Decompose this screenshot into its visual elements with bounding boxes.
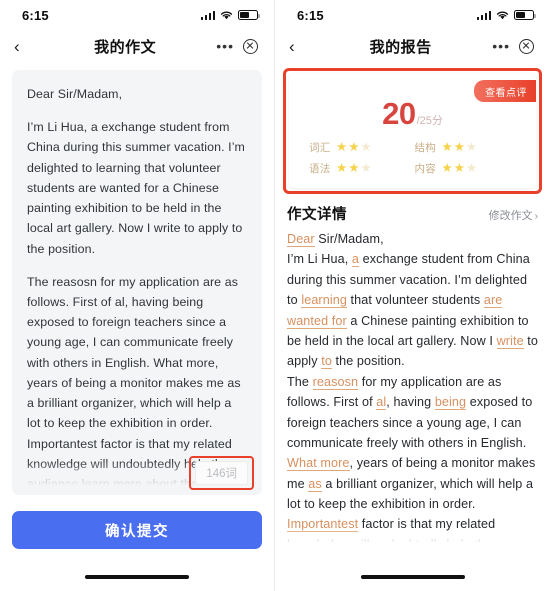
detail-section-header: 作文详情 修改作文 › (275, 194, 550, 229)
status-time: 6:15 (22, 7, 49, 23)
essay-paragraphs: Dear Sir/Madam, I’m Li Hua, a exchange st… (27, 84, 247, 495)
confirm-submit-button[interactable]: 确认提交 (12, 511, 262, 549)
status-icons (476, 10, 536, 20)
star-filled-icon: ★ (348, 140, 360, 155)
wifi-icon (220, 10, 233, 20)
annotated-paragraph: The reasosn for my application are as fo… (287, 372, 538, 545)
edit-essay-link[interactable]: 修改作文 › (489, 207, 538, 223)
score-card-highlight: 查看点评 20/25分 词汇 ★ ★ ★ 结构 ★ ★ ★ 语法 ★ ★ ★ 内容 ★ ★ ★ (283, 68, 542, 194)
report-fade-overlay (275, 529, 550, 545)
view-comment-button[interactable]: 查看点评 (474, 80, 536, 102)
nav-actions-left: ••• (216, 38, 258, 54)
left-phone-screen: 6:15 ‹ 我的作文 ••• Dear Sir/Madam, I’m Li Hu… (0, 0, 275, 591)
rating-label: 词汇 (309, 142, 331, 154)
nav-actions-right: ••• (492, 38, 534, 54)
wifi-icon (496, 10, 509, 20)
star-rating: ★ ★ ★ (336, 162, 372, 175)
right-phone-screen: 6:15 ‹ 我的报告 ••• 查看点评 20/25分 词汇 ★ ★ ★ 结构 … (275, 0, 550, 591)
score-value: 20 (382, 96, 416, 131)
star-empty-icon: ★ (465, 161, 478, 176)
nav-bar-right: ‹ 我的报告 ••• (275, 30, 550, 62)
rating-grid: 词汇 ★ ★ ★ 结构 ★ ★ ★ 语法 ★ ★ ★ 内容 ★ ★ ★ (289, 138, 536, 176)
correction-mark[interactable]: a (351, 252, 359, 268)
correction-mark[interactable]: to (321, 354, 332, 370)
status-bar-left: 6:15 (0, 0, 274, 30)
page-title: 我的报告 (369, 38, 432, 56)
score-card: 查看点评 20/25分 词汇 ★ ★ ★ 结构 ★ ★ ★ 语法 ★ ★ ★ 内容 ★ ★ ★ (289, 74, 536, 188)
plain-text: a brilliant organizer, which will help a… (287, 476, 534, 512)
star-empty-icon: ★ (465, 140, 478, 155)
star-filled-icon: ★ (441, 140, 453, 155)
cellular-bars-icon (200, 10, 215, 20)
star-filled-icon: ★ (348, 161, 360, 176)
detail-title: 作文详情 (287, 207, 347, 223)
dual-screenshot-container: 6:15 ‹ 我的作文 ••• Dear Sir/Madam, I’m Li Hu… (0, 0, 550, 591)
plain-text: , having (386, 395, 435, 410)
star-filled-icon: ★ (336, 140, 348, 155)
star-filled-icon: ★ (441, 161, 453, 176)
plain-text: I’m Li Hua, (287, 252, 352, 267)
battery-icon (238, 10, 260, 20)
star-rating: ★ ★ ★ (442, 162, 478, 175)
star-empty-icon: ★ (360, 140, 372, 155)
rating-label: 语法 (309, 163, 331, 175)
annotated-essay-body: Dear Sir/Madam, I’m Li Hua, a exchange st… (275, 229, 550, 545)
status-icons (200, 10, 260, 20)
star-filled-icon: ★ (453, 161, 465, 176)
correction-mark[interactable]: al (376, 395, 387, 411)
star-filled-icon: ★ (336, 161, 348, 176)
word-count-badge: 146词 (195, 461, 248, 485)
star-filled-icon: ★ (453, 140, 465, 155)
star-rating: ★ ★ ★ (442, 141, 478, 154)
home-indicator (360, 575, 465, 579)
rating-row: 语法 ★ ★ ★ (309, 161, 415, 176)
plain-text: the position. (331, 354, 405, 369)
correction-mark[interactable]: reasosn (312, 374, 359, 390)
star-rating: ★ ★ ★ (336, 141, 372, 154)
close-icon[interactable] (242, 38, 258, 54)
close-icon[interactable] (518, 38, 534, 54)
essay-paragraph: Dear Sir/Madam, (27, 87, 123, 101)
essay-draft-card: Dear Sir/Madam, I’m Li Hua, a exchange st… (12, 70, 262, 495)
status-time: 6:15 (297, 7, 324, 23)
plain-text: that volunteer students (346, 293, 484, 308)
cellular-bars-icon (476, 10, 491, 20)
rating-row: 内容 ★ ★ ★ (415, 161, 521, 176)
plain-text: The (287, 374, 313, 389)
chevron-right-icon: › (534, 211, 538, 222)
nav-bar-left: ‹ 我的作文 ••• (0, 30, 274, 62)
back-button[interactable]: ‹ (14, 38, 34, 55)
correction-mark[interactable]: Dear (287, 232, 315, 247)
edit-essay-label: 修改作文 (488, 210, 533, 222)
more-options-icon[interactable]: ••• (216, 39, 234, 53)
rating-label: 内容 (414, 163, 437, 175)
correction-mark[interactable]: being (434, 395, 467, 411)
page-title: 我的作文 (94, 38, 157, 56)
correction-mark[interactable]: What more (287, 456, 350, 472)
essay-paragraph: I’m Li Hua, a exchange student from Chin… (27, 120, 245, 256)
battery-icon (514, 10, 536, 20)
more-options-icon[interactable]: ••• (492, 39, 510, 53)
back-button[interactable]: ‹ (289, 38, 309, 55)
annotated-paragraph: Dear Sir/Madam, (287, 229, 538, 249)
annotated-text: Dear Sir/Madam, I’m Li Hua, a exchange st… (287, 229, 538, 545)
annotated-paragraph: I’m Li Hua, a exchange student from Chin… (287, 249, 538, 371)
status-bar-right: 6:15 (275, 0, 550, 30)
rating-row: 结构 ★ ★ ★ (415, 140, 521, 155)
correction-mark[interactable]: learning (301, 293, 347, 309)
correction-mark[interactable]: write (496, 333, 524, 349)
plain-text: Sir/Madam, (314, 232, 384, 246)
home-indicator (85, 575, 189, 579)
score-total: /25分 (416, 115, 443, 127)
rating-row: 词汇 ★ ★ ★ (309, 140, 415, 155)
correction-mark[interactable]: as (308, 476, 322, 492)
rating-label: 结构 (414, 142, 437, 154)
star-empty-icon: ★ (360, 161, 372, 176)
word-count-highlight: 146词 (189, 456, 254, 490)
